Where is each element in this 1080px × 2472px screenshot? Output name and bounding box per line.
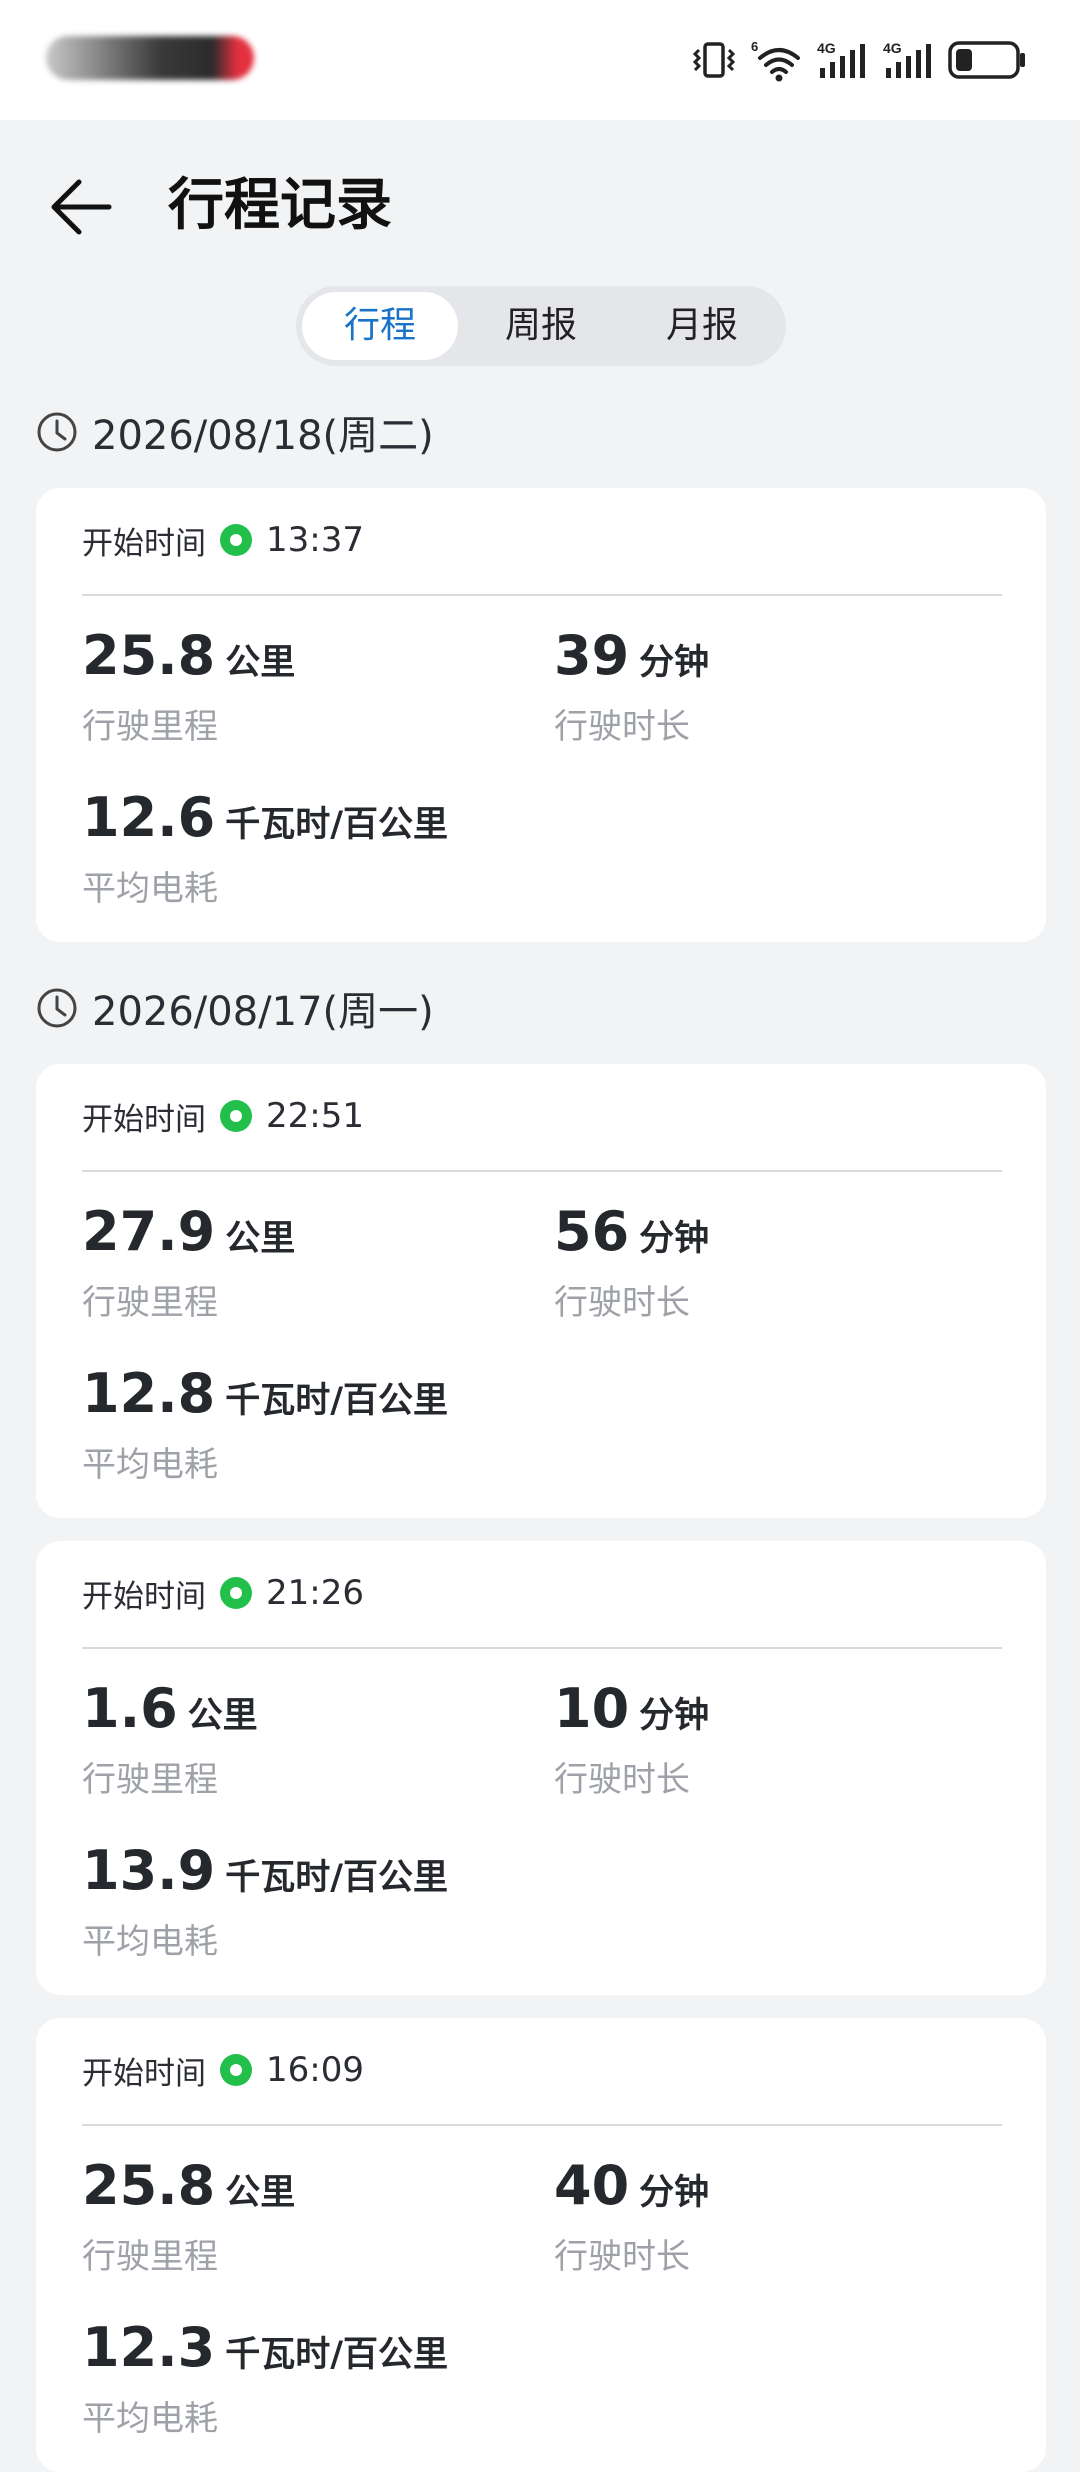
duration-value: 56 [554, 1200, 630, 1263]
date-label: 2026/08/17(周一) [92, 989, 434, 1035]
start-dot-icon [220, 2054, 252, 2086]
start-time-label: 开始时间 [82, 525, 206, 562]
wifi-icon: 6 [750, 34, 802, 86]
efficiency-value: 13.9 [82, 1839, 216, 1902]
distance-metric: 1.6 公里 行驶里程 [82, 1677, 258, 1804]
vibrate-icon [692, 34, 736, 86]
clock-icon [37, 988, 77, 1028]
tab-bar: 行程 周报 月报 [296, 286, 786, 366]
divider [82, 1170, 1002, 1172]
duration-label: 行驶时长 [554, 2237, 690, 2277]
start-time-value: 21:26 [266, 1573, 364, 1613]
distance-label: 行驶里程 [82, 2237, 218, 2277]
start-time-row: 开始时间 13:37 [82, 518, 364, 562]
divider [82, 1647, 1002, 1649]
status-icons: 6 4G 4G [692, 34, 1028, 86]
start-time-value: 16:09 [266, 2050, 364, 2090]
date-header: 2026/08/17(周一) [36, 978, 434, 1038]
duration-metric: 10 分钟 行驶时长 [554, 1677, 709, 1804]
tab-weekly-report[interactable]: 周报 [463, 292, 619, 360]
duration-metric: 40 分钟 行驶时长 [554, 2154, 709, 2281]
efficiency-unit: 千瓦时/百公里 [225, 805, 449, 845]
efficiency-value: 12.3 [82, 2316, 216, 2379]
distance-metric: 25.8 公里 行驶里程 [82, 2154, 295, 2281]
clock-icon [37, 412, 77, 452]
date-header: 2026/08/18(周二) [36, 402, 434, 462]
trip-card[interactable]: 开始时间 13:37 25.8 公里 行驶里程 39 分钟 行驶时长 12.6 千瓦时… [36, 488, 1046, 942]
duration-value: 40 [554, 2154, 630, 2217]
arrow-left-icon [51, 179, 112, 235]
distance-label: 行驶里程 [82, 1760, 218, 1800]
distance-label: 行驶里程 [82, 707, 218, 747]
distance-value: 25.8 [82, 2154, 216, 2217]
signal-4g-icon: 4G [882, 34, 934, 86]
wifi-badge: 6 [751, 39, 758, 54]
distance-label: 行驶里程 [82, 1283, 218, 1323]
distance-metric: 25.8 公里 行驶里程 [82, 624, 295, 751]
start-time-value: 22:51 [266, 1096, 364, 1136]
trip-card[interactable]: 开始时间 21:26 1.6 公里 行驶里程 10 分钟 行驶时长 13.9 千瓦时/… [36, 1541, 1046, 1995]
distance-value: 1.6 [82, 1677, 178, 1740]
start-time-row: 开始时间 16:09 [82, 2048, 364, 2092]
start-time-row: 开始时间 21:26 [82, 1571, 364, 1615]
page-title: 行程记录 [168, 173, 392, 238]
duration-value: 39 [554, 624, 630, 687]
efficiency-metric: 12.6 千瓦时/百公里 平均电耗 [82, 786, 448, 913]
duration-unit: 分钟 [639, 1219, 710, 1259]
duration-label: 行驶时长 [554, 1760, 690, 1800]
start-time-label: 开始时间 [82, 1578, 206, 1615]
start-time-value: 13:37 [266, 520, 364, 560]
efficiency-metric: 12.8 千瓦时/百公里 平均电耗 [82, 1362, 448, 1489]
efficiency-unit: 千瓦时/百公里 [225, 2335, 449, 2375]
efficiency-unit: 千瓦时/百公里 [225, 1858, 449, 1898]
efficiency-value: 12.6 [82, 786, 216, 849]
duration-unit: 分钟 [639, 1696, 710, 1736]
tab-trips[interactable]: 行程 [302, 292, 458, 360]
efficiency-label: 平均电耗 [82, 869, 218, 909]
back-button[interactable] [46, 172, 116, 242]
start-time-label: 开始时间 [82, 2055, 206, 2092]
efficiency-value: 12.8 [82, 1362, 216, 1425]
efficiency-metric: 13.9 千瓦时/百公里 平均电耗 [82, 1839, 448, 1966]
tab-monthly-report[interactable]: 月报 [624, 292, 780, 360]
distance-unit: 公里 [225, 2173, 296, 2213]
start-time-row: 开始时间 22:51 [82, 1094, 364, 1138]
duration-unit: 分钟 [639, 643, 710, 683]
efficiency-label: 平均电耗 [82, 1922, 218, 1962]
efficiency-unit: 千瓦时/百公里 [225, 1381, 449, 1421]
efficiency-label: 平均电耗 [82, 2399, 218, 2439]
signal-badge: 4G [817, 40, 836, 56]
carrier-info-blurred [46, 36, 254, 80]
efficiency-metric: 12.3 千瓦时/百公里 平均电耗 [82, 2316, 448, 2443]
page-header: 行程记录 [0, 160, 1080, 250]
start-dot-icon [220, 524, 252, 556]
duration-label: 行驶时长 [554, 1283, 690, 1323]
distance-unit: 公里 [225, 643, 296, 683]
distance-value: 25.8 [82, 624, 216, 687]
status-bar: 6 4G 4G [0, 0, 1080, 120]
date-label: 2026/08/18(周二) [92, 413, 434, 459]
start-time-label: 开始时间 [82, 1101, 206, 1138]
distance-metric: 27.9 公里 行驶里程 [82, 1200, 295, 1327]
signal-badge: 4G [883, 40, 902, 56]
signal-4g-icon: 4G [816, 34, 868, 86]
trip-card[interactable]: 开始时间 22:51 27.9 公里 行驶里程 56 分钟 行驶时长 12.8 千瓦时… [36, 1064, 1046, 1518]
trip-card[interactable]: 开始时间 16:09 25.8 公里 行驶里程 40 分钟 行驶时长 12.3 千瓦时… [36, 2018, 1046, 2472]
distance-unit: 公里 [225, 1219, 296, 1259]
duration-unit: 分钟 [639, 2173, 710, 2213]
divider [82, 594, 1002, 596]
duration-value: 10 [554, 1677, 630, 1740]
battery-icon [948, 34, 1028, 86]
efficiency-label: 平均电耗 [82, 1445, 218, 1485]
divider [82, 2124, 1002, 2126]
distance-unit: 公里 [187, 1696, 258, 1736]
distance-value: 27.9 [82, 1200, 216, 1263]
start-dot-icon [220, 1100, 252, 1132]
duration-metric: 39 分钟 行驶时长 [554, 624, 709, 751]
duration-label: 行驶时长 [554, 707, 690, 747]
duration-metric: 56 分钟 行驶时长 [554, 1200, 709, 1327]
start-dot-icon [220, 1577, 252, 1609]
